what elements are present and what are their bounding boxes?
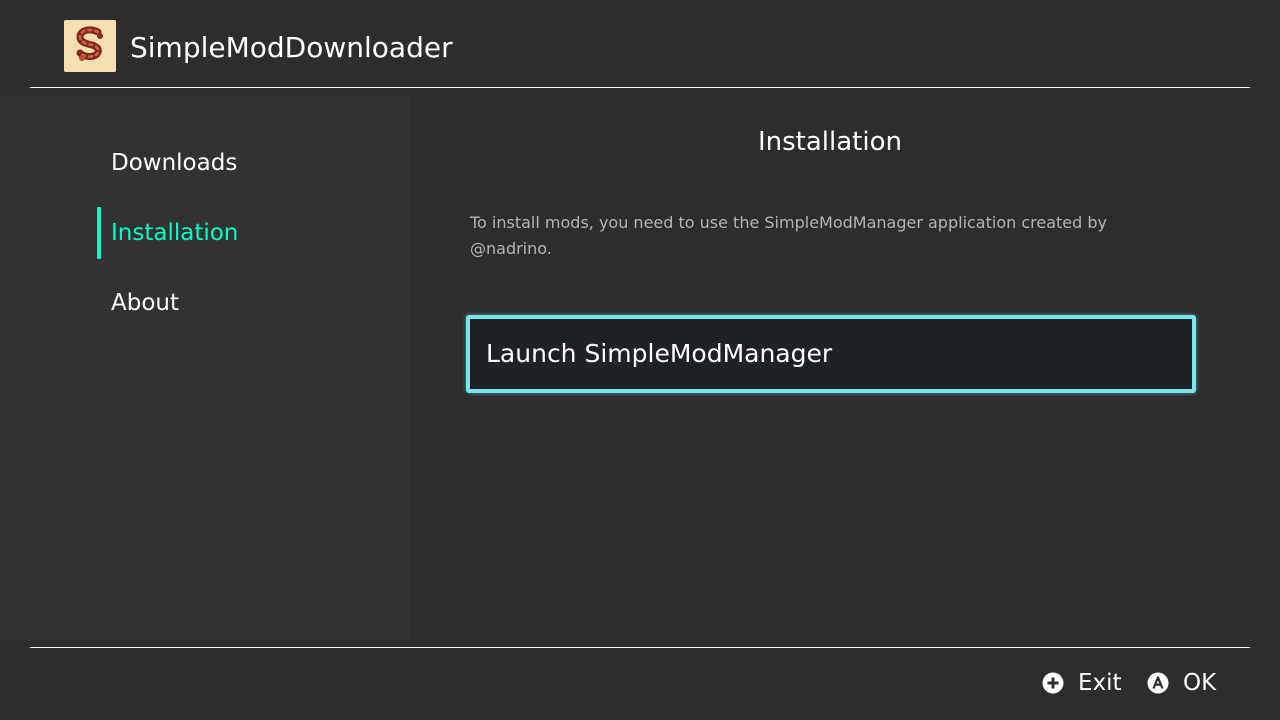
app-window: SimpleModDownloader Downloads Installati… xyxy=(0,0,1280,720)
launch-button-label: Launch SimpleModManager xyxy=(486,339,833,368)
main-panel: Installation To install mods, you need t… xyxy=(410,96,1250,640)
sidebar-item-label: Installation xyxy=(111,220,239,246)
plus-button-icon xyxy=(1042,672,1064,694)
sidebar-item-about[interactable]: About xyxy=(97,277,397,329)
page-title: Installation xyxy=(757,127,902,157)
ok-hint-label: OK xyxy=(1183,670,1217,696)
sidebar-item-label: About xyxy=(111,290,180,316)
header-divider xyxy=(30,87,1250,88)
exit-hint-button[interactable]: Exit xyxy=(1042,668,1124,698)
launch-simplemodmanager-button[interactable]: Launch SimpleModManager xyxy=(466,315,1196,393)
installation-description: To install mods, you need to use the Sim… xyxy=(470,213,1107,258)
a-button-icon xyxy=(1147,672,1169,694)
footer-divider xyxy=(30,647,1250,648)
app-logo-icon xyxy=(64,20,116,72)
sidebar-item-installation[interactable]: Installation xyxy=(97,207,397,259)
sidebar: Downloads Installation About xyxy=(0,96,410,640)
app-title: SimpleModDownloader xyxy=(130,31,453,64)
sidebar-item-downloads[interactable]: Downloads xyxy=(97,137,397,189)
ok-hint-button[interactable]: OK xyxy=(1147,668,1222,698)
active-indicator xyxy=(97,207,101,259)
sidebar-item-label: Downloads xyxy=(111,150,238,176)
exit-hint-label: Exit xyxy=(1078,670,1122,696)
header: SimpleModDownloader xyxy=(0,0,1280,88)
